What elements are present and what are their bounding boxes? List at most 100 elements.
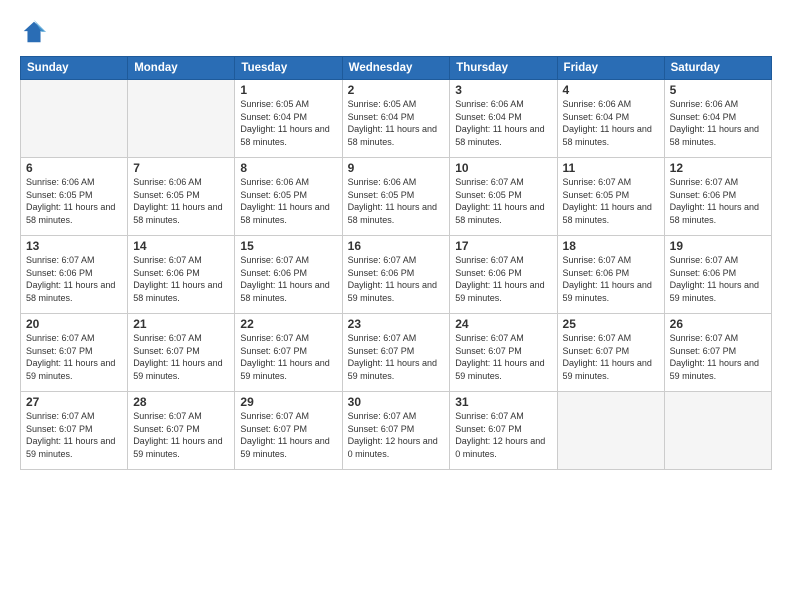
day-number: 9 (348, 161, 445, 175)
day-info: Sunrise: 6:06 AM Sunset: 6:05 PM Dayligh… (133, 176, 229, 226)
day-info: Sunrise: 6:07 AM Sunset: 6:05 PM Dayligh… (455, 176, 551, 226)
day-number: 17 (455, 239, 551, 253)
day-number: 28 (133, 395, 229, 409)
day-info: Sunrise: 6:06 AM Sunset: 6:05 PM Dayligh… (240, 176, 336, 226)
day-number: 30 (348, 395, 445, 409)
weekday-header-tuesday: Tuesday (235, 57, 342, 80)
day-info: Sunrise: 6:05 AM Sunset: 6:04 PM Dayligh… (348, 98, 445, 148)
day-info: Sunrise: 6:07 AM Sunset: 6:06 PM Dayligh… (670, 176, 766, 226)
calendar-cell: 27Sunrise: 6:07 AM Sunset: 6:07 PM Dayli… (21, 392, 128, 470)
calendar-cell (664, 392, 771, 470)
calendar-cell: 26Sunrise: 6:07 AM Sunset: 6:07 PM Dayli… (664, 314, 771, 392)
day-number: 31 (455, 395, 551, 409)
day-number: 22 (240, 317, 336, 331)
day-number: 3 (455, 83, 551, 97)
day-info: Sunrise: 6:07 AM Sunset: 6:07 PM Dayligh… (240, 332, 336, 382)
page: SundayMondayTuesdayWednesdayThursdayFrid… (0, 0, 792, 612)
day-number: 24 (455, 317, 551, 331)
day-number: 23 (348, 317, 445, 331)
weekday-header-saturday: Saturday (664, 57, 771, 80)
day-info: Sunrise: 6:07 AM Sunset: 6:07 PM Dayligh… (455, 332, 551, 382)
day-number: 26 (670, 317, 766, 331)
calendar-cell: 15Sunrise: 6:07 AM Sunset: 6:06 PM Dayli… (235, 236, 342, 314)
day-info: Sunrise: 6:07 AM Sunset: 6:07 PM Dayligh… (563, 332, 659, 382)
calendar-cell: 6Sunrise: 6:06 AM Sunset: 6:05 PM Daylig… (21, 158, 128, 236)
weekday-header-monday: Monday (128, 57, 235, 80)
day-number: 14 (133, 239, 229, 253)
day-number: 13 (26, 239, 122, 253)
calendar-cell: 17Sunrise: 6:07 AM Sunset: 6:06 PM Dayli… (450, 236, 557, 314)
day-number: 19 (670, 239, 766, 253)
day-info: Sunrise: 6:06 AM Sunset: 6:04 PM Dayligh… (563, 98, 659, 148)
day-info: Sunrise: 6:07 AM Sunset: 6:07 PM Dayligh… (240, 410, 336, 460)
day-info: Sunrise: 6:06 AM Sunset: 6:04 PM Dayligh… (670, 98, 766, 148)
day-number: 6 (26, 161, 122, 175)
calendar-cell: 14Sunrise: 6:07 AM Sunset: 6:06 PM Dayli… (128, 236, 235, 314)
day-info: Sunrise: 6:07 AM Sunset: 6:07 PM Dayligh… (348, 332, 445, 382)
day-number: 29 (240, 395, 336, 409)
day-number: 18 (563, 239, 659, 253)
day-info: Sunrise: 6:07 AM Sunset: 6:07 PM Dayligh… (133, 410, 229, 460)
calendar-cell: 8Sunrise: 6:06 AM Sunset: 6:05 PM Daylig… (235, 158, 342, 236)
day-info: Sunrise: 6:07 AM Sunset: 6:07 PM Dayligh… (133, 332, 229, 382)
calendar-cell: 25Sunrise: 6:07 AM Sunset: 6:07 PM Dayli… (557, 314, 664, 392)
day-info: Sunrise: 6:07 AM Sunset: 6:07 PM Dayligh… (348, 410, 445, 460)
calendar-cell (557, 392, 664, 470)
day-number: 7 (133, 161, 229, 175)
day-info: Sunrise: 6:07 AM Sunset: 6:07 PM Dayligh… (455, 410, 551, 460)
day-info: Sunrise: 6:07 AM Sunset: 6:06 PM Dayligh… (670, 254, 766, 304)
calendar-cell (21, 80, 128, 158)
calendar-cell: 22Sunrise: 6:07 AM Sunset: 6:07 PM Dayli… (235, 314, 342, 392)
day-number: 1 (240, 83, 336, 97)
day-info: Sunrise: 6:06 AM Sunset: 6:05 PM Dayligh… (348, 176, 445, 226)
calendar-cell: 5Sunrise: 6:06 AM Sunset: 6:04 PM Daylig… (664, 80, 771, 158)
calendar-cell: 2Sunrise: 6:05 AM Sunset: 6:04 PM Daylig… (342, 80, 450, 158)
calendar-cell: 29Sunrise: 6:07 AM Sunset: 6:07 PM Dayli… (235, 392, 342, 470)
calendar-cell: 7Sunrise: 6:06 AM Sunset: 6:05 PM Daylig… (128, 158, 235, 236)
day-number: 5 (670, 83, 766, 97)
day-info: Sunrise: 6:05 AM Sunset: 6:04 PM Dayligh… (240, 98, 336, 148)
week-row-4: 20 Sunrise: 6:07 AM Sunset: 6:07 PM Dayli… (21, 314, 772, 392)
day-info: Sunrise: 6:06 AM Sunset: 6:04 PM Dayligh… (455, 98, 551, 148)
day-number: 16 (348, 239, 445, 253)
day-number: 21 (133, 317, 229, 331)
calendar-cell: 28Sunrise: 6:07 AM Sunset: 6:07 PM Dayli… (128, 392, 235, 470)
weekday-header-friday: Friday (557, 57, 664, 80)
logo-icon (20, 18, 48, 46)
day-number: 4 (563, 83, 659, 97)
day-info: Sunrise: 6:07 AM Sunset: 6:06 PM Dayligh… (563, 254, 659, 304)
weekday-header-wednesday: Wednesday (342, 57, 450, 80)
day-number: 20 (26, 317, 122, 331)
day-number: 15 (240, 239, 336, 253)
day-info: Sunrise: 6:07 AM Sunset: 6:06 PM Dayligh… (455, 254, 551, 304)
day-info: Sunrise: 6:07 AM Sunset: 6:06 PM Dayligh… (133, 254, 229, 304)
weekday-header-sunday: Sunday (21, 57, 128, 80)
day-info: Sunrise: 6:07 AM Sunset: 6:07 PM Dayligh… (670, 332, 766, 382)
week-row-1: 1Sunrise: 6:05 AM Sunset: 6:04 PM Daylig… (21, 80, 772, 158)
day-number: 10 (455, 161, 551, 175)
calendar-cell: 18Sunrise: 6:07 AM Sunset: 6:06 PM Dayli… (557, 236, 664, 314)
calendar-cell: 19Sunrise: 6:07 AM Sunset: 6:06 PM Dayli… (664, 236, 771, 314)
calendar-cell: 21Sunrise: 6:07 AM Sunset: 6:07 PM Dayli… (128, 314, 235, 392)
logo (20, 18, 52, 46)
calendar-cell: 20Sunrise: 6:07 AM Sunset: 6:07 PM Dayli… (21, 314, 128, 392)
calendar-cell: 11Sunrise: 6:07 AM Sunset: 6:05 PM Dayli… (557, 158, 664, 236)
day-info: Sunrise: 6:07 AM Sunset: 6:06 PM Dayligh… (348, 254, 445, 304)
calendar-cell: 1Sunrise: 6:05 AM Sunset: 6:04 PM Daylig… (235, 80, 342, 158)
day-number: 8 (240, 161, 336, 175)
calendar-cell: 9Sunrise: 6:06 AM Sunset: 6:05 PM Daylig… (342, 158, 450, 236)
calendar-cell: 31Sunrise: 6:07 AM Sunset: 6:07 PM Dayli… (450, 392, 557, 470)
week-row-2: 6 Sunrise: 6:06 AM Sunset: 6:05 PM Daylig… (21, 158, 772, 236)
calendar-cell: 13Sunrise: 6:07 AM Sunset: 6:06 PM Dayli… (21, 236, 128, 314)
day-info: Sunrise: 6:07 AM Sunset: 6:07 PM Dayligh… (26, 410, 122, 460)
calendar-cell: 30Sunrise: 6:07 AM Sunset: 6:07 PM Dayli… (342, 392, 450, 470)
week-row-5: 27Sunrise: 6:07 AM Sunset: 6:07 PM Dayli… (21, 392, 772, 470)
day-number: 11 (563, 161, 659, 175)
day-number: 27 (26, 395, 122, 409)
day-number: 25 (563, 317, 659, 331)
calendar-table: SundayMondayTuesdayWednesdayThursdayFrid… (20, 56, 772, 470)
calendar-cell: 3Sunrise: 6:06 AM Sunset: 6:04 PM Daylig… (450, 80, 557, 158)
calendar-cell: 10Sunrise: 6:07 AM Sunset: 6:05 PM Dayli… (450, 158, 557, 236)
calendar-cell (128, 80, 235, 158)
header (20, 18, 772, 46)
